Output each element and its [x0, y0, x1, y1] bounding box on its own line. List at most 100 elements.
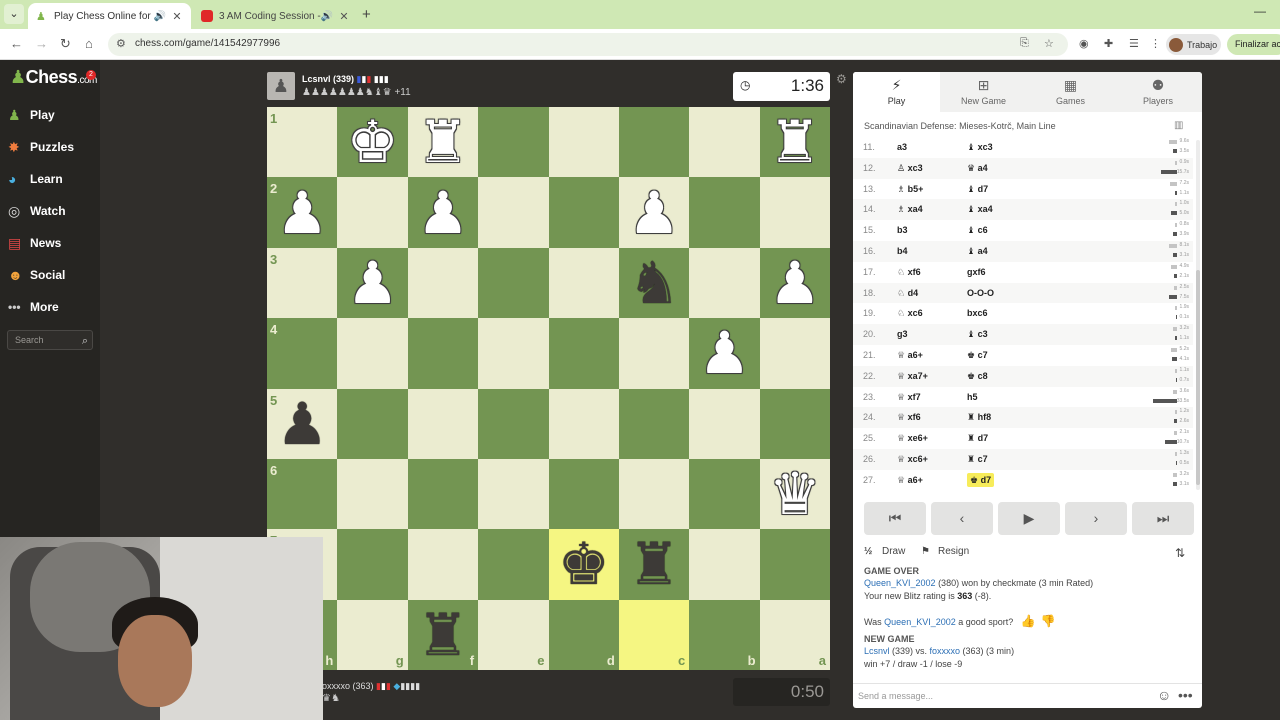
board-square[interactable]	[618, 318, 690, 389]
white-move[interactable]: b4	[897, 246, 908, 256]
board-square[interactable]: ♜	[759, 107, 830, 178]
board-square[interactable]: e	[478, 599, 549, 670]
board-square[interactable]: ♛	[759, 458, 830, 530]
white-move[interactable]: ♕ xf7	[897, 392, 921, 403]
board-settings-gear-icon[interactable]: ⚙	[836, 72, 847, 86]
board-square[interactable]	[548, 247, 619, 319]
board-square[interactable]	[759, 388, 830, 459]
board-square[interactable]	[407, 318, 479, 389]
black-rook-piece[interactable]: ♜	[628, 535, 680, 593]
board-square[interactable]	[407, 458, 479, 530]
board-square[interactable]	[478, 318, 549, 389]
white-pawn-piece[interactable]: ♟	[698, 324, 750, 382]
site-info-icon[interactable]: ⚙	[116, 37, 126, 50]
board-square[interactable]	[478, 529, 549, 600]
board-square[interactable]	[618, 388, 690, 459]
camera-icon[interactable]: ◉	[1079, 37, 1089, 50]
browser-tab-youtube[interactable]: 3 AM Coding Session - Lofi 🔊 ✕	[193, 3, 358, 29]
board-square[interactable]	[337, 177, 408, 248]
white-pawn-piece[interactable]: ♟	[347, 254, 399, 312]
board-square[interactable]	[407, 388, 479, 459]
board-square[interactable]	[689, 458, 760, 530]
board-square[interactable]	[618, 107, 690, 178]
address-bar[interactable]: ⚙ chess.com/game/141542977996 ⎘ ☆	[108, 33, 1068, 56]
close-tab-icon[interactable]: ✕	[338, 10, 350, 23]
board-square[interactable]	[689, 107, 760, 178]
board-square[interactable]: ♟	[759, 247, 830, 319]
play-moves-button[interactable]: ▶	[998, 502, 1060, 535]
sidebar-item-more[interactable]: ••• More	[8, 296, 59, 318]
board-square[interactable]	[407, 529, 479, 600]
white-pawn-piece[interactable]: ♟	[769, 254, 821, 312]
profile-button[interactable]: Trabajo	[1166, 34, 1221, 55]
black-move[interactable]: ♚ c7	[967, 350, 988, 361]
white-move[interactable]: ♗ b5+	[897, 184, 923, 195]
flip-board-icon[interactable]: ⇅	[1175, 546, 1185, 560]
previous-move-button[interactable]: ‹	[931, 502, 993, 535]
chat-message-input[interactable]: Send a message... ☺ •••	[853, 683, 1202, 708]
board-square[interactable]	[478, 247, 549, 319]
audio-icon[interactable]: 🔊	[154, 11, 166, 22]
black-rook-piece[interactable]: ♜	[417, 606, 469, 664]
board-square[interactable]	[548, 458, 619, 530]
white-rook-piece[interactable]: ♜	[769, 113, 821, 171]
player1-link[interactable]: Lcsnvl	[864, 646, 890, 656]
last-move-button[interactable]: ⏭	[1132, 502, 1194, 535]
audio-icon[interactable]: 🔊	[321, 11, 333, 22]
board-square[interactable]: ♚	[548, 529, 619, 600]
menu-icon[interactable]: ⋮	[1150, 37, 1161, 50]
black-move[interactable]: O-O-O	[967, 288, 994, 298]
board-square[interactable]	[689, 529, 760, 600]
black-move[interactable]: ♝ a4	[967, 246, 988, 257]
white-pawn-piece[interactable]: ♟	[628, 184, 680, 242]
more-options-icon[interactable]: •••	[1178, 687, 1193, 703]
white-move[interactable]: ♕ xf6	[897, 412, 921, 423]
board-square[interactable]	[689, 177, 760, 248]
black-knight-piece[interactable]: ♞	[628, 254, 680, 312]
white-move[interactable]: ♕ a6+	[897, 350, 923, 361]
white-move[interactable]: ♗ xa4	[897, 204, 923, 215]
back-icon[interactable]: ←	[10, 36, 23, 51]
move-list-scrollbar[interactable]	[1196, 140, 1200, 490]
tab-new-game[interactable]: ⊞ New Game	[940, 72, 1027, 112]
board-square[interactable]: 5 ♟	[267, 388, 338, 459]
tab-play[interactable]: ⚡ Play	[853, 72, 940, 112]
board-square[interactable]	[337, 388, 408, 459]
scrollbar-thumb[interactable]	[1196, 270, 1200, 485]
board-square[interactable]: ♚	[337, 107, 408, 178]
board-square[interactable]	[478, 107, 549, 178]
install-app-icon[interactable]: ⎘	[1020, 37, 1029, 50]
board-square[interactable]	[548, 318, 619, 389]
reload-icon[interactable]: ↻	[60, 36, 71, 52]
board-square[interactable]	[337, 318, 408, 389]
sidebar-item-social[interactable]: ☻ Social	[8, 264, 65, 286]
white-move[interactable]: g3	[897, 329, 908, 339]
black-pawn-piece[interactable]: ♟	[276, 395, 328, 453]
white-move[interactable]: ♕ xc6+	[897, 454, 928, 465]
white-rook-piece[interactable]: ♜	[417, 113, 469, 171]
white-move[interactable]: b3	[897, 225, 908, 235]
board-square[interactable]: ♜	[618, 529, 690, 600]
board-square[interactable]	[689, 388, 760, 459]
board-square[interactable]: 1	[267, 107, 338, 178]
black-move[interactable]: gxf6	[967, 267, 986, 277]
sidebar-item-watch[interactable]: ◎ Watch	[8, 200, 66, 222]
player2-link[interactable]: foxxxxo	[930, 646, 961, 656]
sidebar-item-puzzles[interactable]: ✸ Puzzles	[8, 136, 74, 158]
tab-search-chevron-icon[interactable]: ⌄	[4, 4, 24, 24]
sport-player-link[interactable]: Queen_KVI_2002	[884, 617, 956, 627]
black-move[interactable]: ♝ c6	[967, 225, 988, 236]
extensions-icon[interactable]: ✚	[1104, 37, 1113, 50]
black-move[interactable]: ♝ xa4	[967, 204, 993, 215]
sidebar-search-input[interactable]: Search ⌕	[7, 330, 93, 350]
tab-players[interactable]: ⚉ Players	[1114, 72, 1202, 112]
board-square[interactable]	[548, 107, 619, 178]
black-move[interactable]: ♜ c7	[967, 454, 988, 465]
white-queen-piece[interactable]: ♛	[769, 465, 821, 523]
black-move[interactable]: h5	[967, 392, 978, 402]
resign-button[interactable]: Resign	[938, 546, 969, 557]
user-name[interactable]: oxxxxo (363) ▮▮▮ ◆▮▮▮▮	[322, 681, 420, 692]
board-square[interactable]	[478, 458, 549, 530]
board-square[interactable]	[337, 529, 408, 600]
winner-link[interactable]: Queen_KVI_2002	[864, 578, 936, 588]
